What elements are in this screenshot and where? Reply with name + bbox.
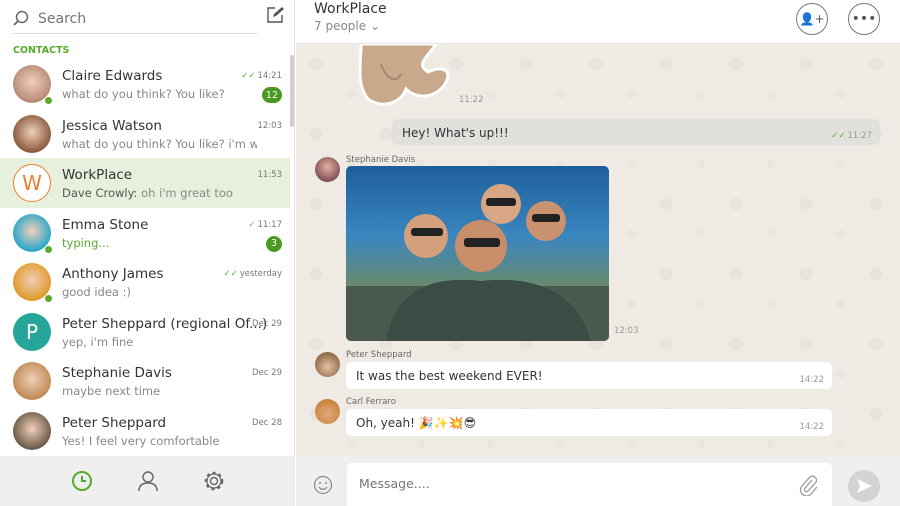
message-time: 11:22	[459, 95, 484, 105]
contact-row[interactable]: Emma Stone typing... ✓ 11:17 3	[0, 208, 290, 258]
double-check-icon: ✓✓	[223, 269, 238, 279]
avatar	[13, 114, 51, 153]
contact-row[interactable]: Peter Sheppard Yes! I feel very comfortab…	[0, 406, 290, 456]
sender-name: Peter Sheppard	[346, 350, 412, 360]
message-time: 12:03	[257, 120, 283, 131]
sidebar: CONTACTS Claire Edwards what do you think…	[0, 0, 295, 506]
chat-panel: WorkPlace 7 people ⌄ 👤+ ••• 11:22 Hey! W…	[296, 0, 900, 506]
sticker-image[interactable]	[356, 44, 451, 106]
chat-header: WorkPlace 7 people ⌄ 👤+ •••	[296, 0, 900, 44]
double-check-icon: ✓✓	[241, 71, 256, 81]
search-input[interactable]	[38, 10, 238, 27]
message-preview: yep, i'm fine	[62, 334, 134, 349]
avatar: W	[13, 164, 51, 202]
members-count: 7 people	[314, 19, 367, 33]
send-icon	[857, 479, 872, 493]
contacts-section-label: CONTACTS	[13, 45, 70, 56]
incoming-message[interactable]: It was the best weekend EVER! 14:22	[346, 362, 832, 389]
contact-name: Peter Sheppard (regional Of...)	[62, 315, 268, 332]
contact-row[interactable]: Claire Edwards what do you think? You lik…	[0, 59, 290, 109]
attachment-icon[interactable]	[798, 474, 818, 496]
compose-icon[interactable]	[266, 6, 284, 24]
bottom-nav	[0, 456, 295, 506]
gear-icon[interactable]	[202, 469, 226, 493]
check-icon: ✓	[248, 219, 256, 230]
chevron-down-icon: ⌄	[369, 19, 381, 33]
message-composer	[296, 456, 900, 506]
group-selfie-image	[346, 184, 609, 341]
scrollbar[interactable]	[290, 55, 294, 127]
contact-name: Claire Edwards	[62, 68, 163, 84]
message-preview: Yes! I feel very comfortable	[62, 433, 220, 448]
message-text: Hey! What's up!!!	[402, 126, 509, 140]
message-time: 12:03	[614, 326, 639, 336]
message-preview: typing...	[62, 235, 110, 250]
message-time: 14:22	[799, 422, 825, 432]
contact-row[interactable]: Stephanie Davis maybe next time Dec 29	[0, 356, 290, 406]
clock-icon[interactable]	[70, 469, 94, 493]
more-options-button[interactable]: •••	[848, 3, 880, 35]
avatar	[13, 411, 51, 450]
sender-name: Stephanie Davis	[346, 155, 416, 165]
avatar[interactable]	[315, 399, 340, 424]
avatar	[13, 362, 51, 400]
online-indicator	[44, 244, 53, 254]
contact-name: Peter Sheppard	[62, 414, 167, 431]
double-check-icon: ✓✓	[831, 131, 846, 141]
contact-name: Emma Stone	[62, 216, 149, 233]
message-time: 11:53	[257, 170, 283, 180]
sender-name: Carl Ferraro	[346, 397, 396, 407]
message-time: 14:22	[799, 375, 825, 385]
message-text: It was the best weekend EVER!	[356, 369, 543, 383]
contact-name: WorkPlace	[62, 167, 133, 183]
message-time: ✓✓ 11:27	[831, 131, 872, 141]
message-input[interactable]	[359, 476, 779, 491]
contact-name: Jessica Watson	[62, 117, 162, 134]
contact-name: Stephanie Davis	[62, 365, 172, 381]
avatar[interactable]	[315, 352, 340, 377]
outgoing-message[interactable]: Hey! What's up!!! ✓✓ 11:27	[392, 119, 880, 145]
members-dropdown[interactable]: 7 people ⌄	[314, 19, 380, 33]
contact-name: Anthony James	[62, 266, 164, 282]
message-time: Dec 28	[252, 417, 282, 428]
person-icon[interactable]	[136, 469, 160, 493]
unread-badge: 12	[261, 87, 282, 103]
message-time: Dec 29	[252, 318, 282, 329]
contact-row[interactable]: Anthony James good idea :) ✓✓ yesterday	[0, 257, 290, 307]
search-bar[interactable]	[12, 4, 257, 34]
add-person-icon: 👤+	[799, 12, 825, 26]
unread-badge: 3	[266, 235, 282, 252]
contact-row[interactable]: Jessica Watson what do you think? You lik…	[0, 109, 290, 159]
online-indicator	[44, 294, 53, 303]
contact-row[interactable]: P Peter Sheppard (regional Of...) yep, i'm…	[0, 307, 290, 357]
message-box[interactable]	[347, 463, 832, 506]
contact-row[interactable]: W WorkPlace Dave Crowly: oh i'm great too 1…	[0, 158, 290, 208]
emoji-icon[interactable]	[313, 475, 333, 495]
message-preview: good idea :)	[62, 285, 131, 299]
contact-list: Claire Edwards what do you think? You lik…	[0, 59, 290, 455]
chat-title: WorkPlace	[314, 1, 387, 17]
send-button[interactable]	[848, 470, 880, 502]
message-preview: Dave Crowly: oh i'm great too	[62, 186, 233, 200]
add-member-button[interactable]: 👤+	[796, 3, 828, 35]
message-time: ✓ 11:17	[248, 219, 282, 230]
avatar: P	[13, 312, 51, 351]
message-preview: what do you think? You like? i'm wo...	[62, 136, 257, 151]
message-text: Oh, yeah! 🎉✨💥😎	[356, 416, 477, 430]
photo-message[interactable]	[346, 166, 609, 341]
incoming-message[interactable]: Oh, yeah! 🎉✨💥😎 14:22	[346, 409, 832, 436]
search-icon	[13, 10, 29, 26]
online-indicator	[44, 96, 53, 105]
message-time: ✓✓ 14:21	[241, 71, 282, 81]
message-time: ✓✓ yesterday	[223, 269, 282, 279]
message-time: Dec 29	[252, 368, 282, 378]
message-preview: what do you think? You like?	[62, 87, 225, 101]
more-icon: •••	[851, 11, 877, 27]
avatar[interactable]	[315, 157, 340, 182]
message-preview: maybe next time	[62, 384, 161, 398]
